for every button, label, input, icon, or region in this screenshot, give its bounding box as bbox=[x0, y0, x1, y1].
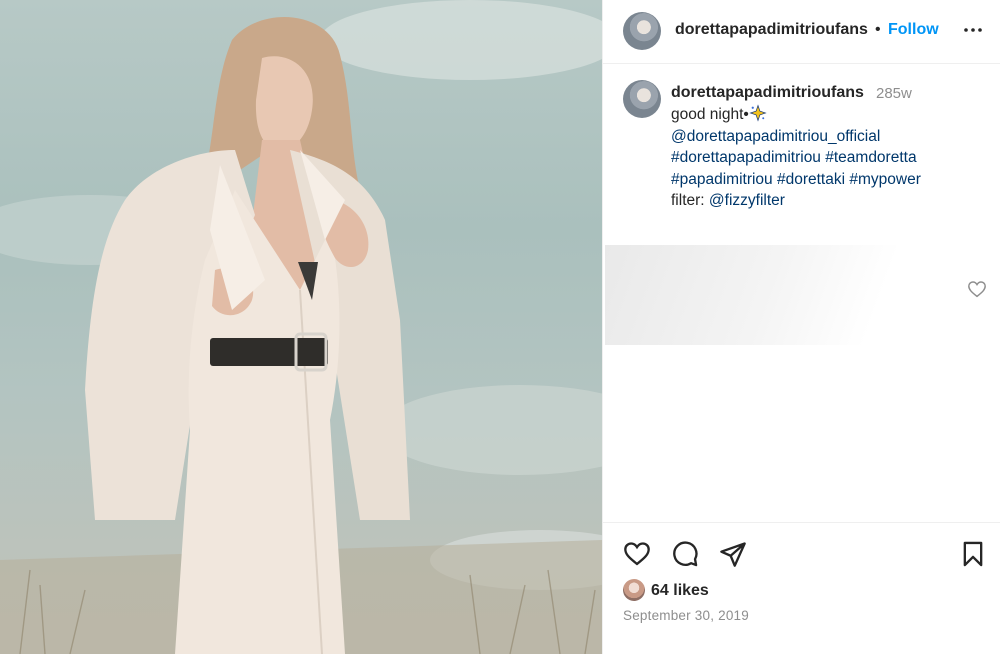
filter-mention[interactable]: @fizzyfilter bbox=[709, 192, 785, 209]
post-photo[interactable] bbox=[0, 0, 602, 654]
bookmark-icon[interactable] bbox=[959, 540, 987, 568]
follow-button[interactable]: Follow bbox=[888, 21, 939, 39]
hashtags-line-1[interactable]: #dorettapapadimitriou #teamdoretta bbox=[671, 147, 991, 169]
avatar[interactable] bbox=[623, 12, 661, 50]
caption-greeting: good night• bbox=[671, 106, 749, 123]
header-username[interactable]: dorettapapadimitrioufans bbox=[675, 21, 868, 39]
post-details-panel: dorettapapadimitrioufans • Follow dorett… bbox=[602, 0, 1000, 654]
caption-time[interactable]: 285w bbox=[876, 85, 912, 102]
caption-avatar[interactable] bbox=[623, 80, 661, 118]
mention-official[interactable]: @dorettapapadimitriou_official bbox=[671, 126, 991, 148]
caption-text: good night• @dorettapapadimitriou_offici… bbox=[671, 104, 991, 212]
post-actions: 64 likes September 30, 2019 bbox=[603, 522, 1000, 654]
filter-line: filter: @fizzyfilter bbox=[671, 190, 991, 212]
post-header: dorettapapadimitrioufans • Follow bbox=[603, 0, 1000, 64]
share-icon[interactable] bbox=[719, 540, 747, 568]
sparkle-star-icon bbox=[749, 104, 767, 122]
heart-icon[interactable] bbox=[623, 540, 651, 568]
small-heart-icon[interactable] bbox=[967, 280, 987, 298]
filter-label: filter: bbox=[671, 192, 705, 210]
header-separator: • bbox=[875, 21, 881, 38]
caption-username[interactable]: dorettapapadimitrioufans bbox=[671, 84, 864, 102]
post-photo-illustration bbox=[0, 0, 602, 654]
comment-loading-placeholder bbox=[605, 245, 963, 345]
caption-line-1: good night• bbox=[671, 104, 991, 126]
more-options-icon[interactable] bbox=[961, 18, 985, 42]
hashtags-line-2[interactable]: #papadimitriou #dorettaki #mypower bbox=[671, 169, 991, 191]
post-date[interactable]: September 30, 2019 bbox=[623, 608, 749, 623]
likes-count[interactable]: 64 likes bbox=[651, 582, 709, 600]
liker-avatar[interactable] bbox=[623, 579, 645, 601]
comment-icon[interactable] bbox=[671, 540, 699, 568]
